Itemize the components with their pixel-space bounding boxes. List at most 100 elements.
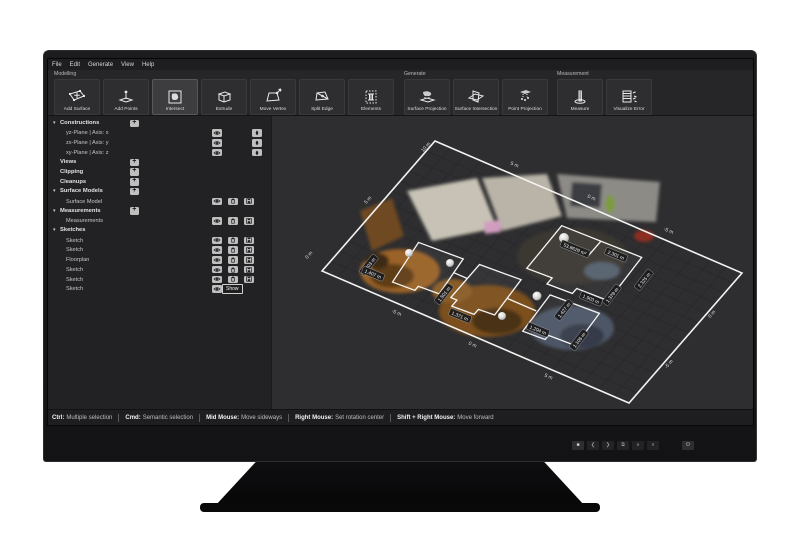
osd-input-select-button[interactable]: ⧉ xyxy=(617,441,629,450)
osd-stop-button[interactable]: ■ xyxy=(572,441,584,450)
menu-item-view[interactable]: View xyxy=(121,62,134,68)
eye-icon xyxy=(213,286,221,292)
toolbar-button-surface-intersection[interactable]: Surface Intersection xyxy=(453,79,499,115)
tree-item-measurements[interactable]: Measurements xyxy=(48,217,272,227)
eye-button[interactable] xyxy=(212,129,222,137)
add-button[interactable]: + xyxy=(130,187,139,196)
toolbar-button-add-surface[interactable]: Add Surface xyxy=(54,79,100,115)
trash-button[interactable] xyxy=(228,256,238,264)
tree-group-constructions[interactable]: ▾ Constructions + xyxy=(48,119,272,129)
tree-group-views[interactable]: Views + xyxy=(48,158,272,168)
add-button[interactable]: + xyxy=(130,177,139,186)
add-button[interactable]: + xyxy=(130,158,139,166)
save-button[interactable] xyxy=(244,256,254,264)
expand-caret-icon[interactable]: ▾ xyxy=(53,120,56,126)
save-button[interactable] xyxy=(244,197,254,205)
monitor-osd: ■ ❮ ❯ ⧉ ∧ ∨ xyxy=(572,441,659,450)
status-hint: Ctrl: Multiple selection xyxy=(52,415,112,421)
menu-item-edit[interactable]: Edit xyxy=(70,62,80,68)
eye-button[interactable] xyxy=(212,256,222,264)
toolbar-button-visualize-error[interactable]: Visualize Error xyxy=(606,79,652,115)
tree-group-clipping[interactable]: Clipping + xyxy=(48,167,272,178)
menu-item-generate[interactable]: Generate xyxy=(88,62,113,68)
save-button[interactable] xyxy=(244,265,254,274)
trash-button[interactable] xyxy=(228,265,238,274)
trash-button[interactable] xyxy=(228,197,238,205)
eye-button[interactable] xyxy=(212,139,222,147)
viewport-3d[interactable]: 10 m5 m0 m -5 m0 m5 m5 m0 m -5 m0 m -5 m 53… xyxy=(272,116,753,409)
trash-button[interactable] xyxy=(228,236,238,244)
toolbar-button-split-edge[interactable]: Split Edge xyxy=(299,79,345,115)
osd-down-button[interactable]: ∨ xyxy=(647,441,659,450)
toolbar-button-extrude[interactable]: Extrude xyxy=(201,79,247,115)
eye-button[interactable] xyxy=(212,148,222,157)
toolbar-button-intersect[interactable]: Intersect xyxy=(152,79,198,115)
add-button[interactable]: + xyxy=(130,206,139,215)
tree-item-xy-plane-axis-z[interactable]: xy-Plane | Axis: z xyxy=(48,148,272,158)
tree-group-label: Views xyxy=(60,159,77,165)
trash-button[interactable] xyxy=(228,217,238,225)
toolbar-button-point-projection[interactable]: Point Projection xyxy=(502,79,548,115)
tree-group-cleanups[interactable]: Cleanups + xyxy=(48,177,272,188)
eye-button[interactable] xyxy=(212,246,222,254)
toolbar-button-elements[interactable]: Elements xyxy=(348,79,394,115)
tree-item-floorplan[interactable]: Floorplan xyxy=(48,256,272,266)
tree-item-label: Sketch xyxy=(66,266,84,273)
save-button[interactable] xyxy=(244,246,254,254)
trash-button[interactable] xyxy=(228,275,238,283)
osd-next-button[interactable]: ❯ xyxy=(602,441,614,450)
trash-button[interactable] xyxy=(228,246,238,254)
toolbar-button-label: Elements xyxy=(361,107,381,112)
add-button[interactable]: + xyxy=(130,167,139,176)
toolbar-button-move-vertex[interactable]: Move Vertex xyxy=(250,79,296,115)
save-button[interactable] xyxy=(244,275,254,283)
tree-item-sketch[interactable]: Sketch xyxy=(48,236,272,246)
expand-caret-icon[interactable]: ▾ xyxy=(53,208,56,214)
tree-item-sketch[interactable]: Sketch xyxy=(48,265,272,275)
toolbar-button-surface-projection[interactable]: Surface Projection xyxy=(404,79,450,115)
toolbar-button-label: Extrude xyxy=(215,107,233,112)
eye-button[interactable] xyxy=(212,217,222,225)
hint-separator xyxy=(118,413,120,422)
hint-separator xyxy=(390,413,392,422)
eye-button[interactable] xyxy=(212,197,222,205)
tree-group-surface-models[interactable]: ▾ Surface Models + xyxy=(48,187,272,197)
eye-button[interactable] xyxy=(212,265,222,274)
scan-sphere xyxy=(498,312,506,320)
menu-item-help[interactable]: Help xyxy=(142,62,154,68)
menu-item-file[interactable]: File xyxy=(52,62,62,68)
osd-power-button[interactable]: ⏻ xyxy=(682,441,694,450)
measure-icon xyxy=(570,88,590,106)
droplet-button[interactable] xyxy=(252,129,262,137)
toolbar-button-add-points[interactable]: Add Points xyxy=(103,79,149,115)
toolbar-button-measure[interactable]: Measure xyxy=(557,79,603,115)
expand-caret-icon[interactable]: ▾ xyxy=(53,227,56,233)
tree-item-sketch[interactable]: Sketch Show xyxy=(48,283,272,295)
tree-item-yz-plane-axis-x[interactable]: yz-Plane | Axis: x xyxy=(48,129,272,139)
tree-item-label: zx-Plane | Axis: y xyxy=(66,140,109,146)
expand-caret-icon[interactable]: ▾ xyxy=(53,188,56,194)
eye-button[interactable] xyxy=(212,275,222,283)
eye-icon xyxy=(213,257,221,263)
tree-item-zx-plane-axis-y[interactable]: zx-Plane | Axis: y xyxy=(48,139,272,149)
droplet-button[interactable] xyxy=(252,139,262,147)
droplet-button[interactable] xyxy=(252,148,262,157)
add-button[interactable]: + xyxy=(130,119,139,127)
eye-button[interactable] xyxy=(212,285,222,293)
tree-item-surface-model[interactable]: Surface Model xyxy=(48,197,272,207)
osd-up-button[interactable]: ∧ xyxy=(632,441,644,450)
save-button[interactable] xyxy=(244,217,254,225)
osd-prev-button[interactable]: ❮ xyxy=(587,441,599,450)
intersect-icon xyxy=(165,88,185,106)
tree-item-label: xy-Plane | Axis: z xyxy=(66,149,109,156)
tree-group-sketches[interactable]: ▾ Sketches xyxy=(48,226,272,236)
eye-button[interactable] xyxy=(212,236,222,244)
tree-item-sketch[interactable]: Sketch xyxy=(48,246,272,256)
toolbar-button-label: Add Points xyxy=(114,107,138,112)
tree-item-label: Sketch xyxy=(66,286,84,293)
tree-group-measurements[interactable]: ▾ Measurements + xyxy=(48,206,272,217)
trash-icon xyxy=(229,266,237,273)
save-button[interactable] xyxy=(244,236,254,244)
toolbar-button-label: Split Edge xyxy=(311,107,333,112)
eye-icon xyxy=(213,198,221,204)
